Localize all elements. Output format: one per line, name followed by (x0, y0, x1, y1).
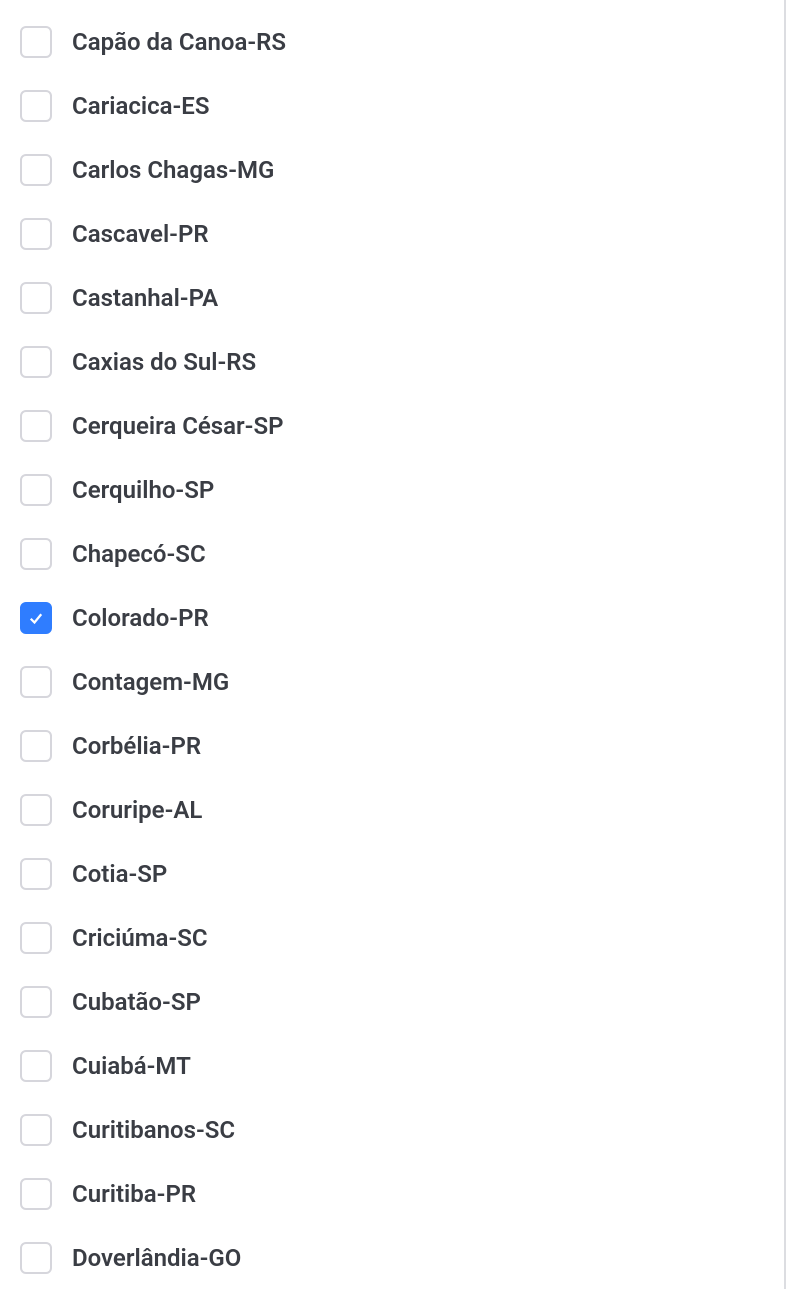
checkbox-label[interactable]: Capão da Canoa-RS (72, 28, 286, 56)
checkbox[interactable] (20, 1242, 52, 1274)
list-item[interactable]: Cerqueira César-SP (20, 394, 765, 458)
checkbox[interactable] (20, 282, 52, 314)
checkbox[interactable] (20, 986, 52, 1018)
list-item[interactable]: Curitibanos-SC (20, 1098, 765, 1162)
list-item[interactable]: Chapecó-SC (20, 522, 765, 586)
checkbox[interactable] (20, 90, 52, 122)
checkbox-label[interactable]: Cuiabá-MT (72, 1052, 191, 1080)
checkbox-label[interactable]: Cariacica-ES (72, 92, 209, 120)
list-item[interactable]: Corbélia-PR (20, 714, 765, 778)
checkbox[interactable] (20, 922, 52, 954)
list-item[interactable]: Carlos Chagas-MG (20, 138, 765, 202)
scroll-border (784, 0, 786, 1289)
checkbox-label[interactable]: Cascavel-PR (72, 220, 209, 248)
checkbox[interactable] (20, 666, 52, 698)
checkbox[interactable] (20, 218, 52, 250)
checkbox[interactable] (20, 858, 52, 890)
list-item[interactable]: Cariacica-ES (20, 74, 765, 138)
checkbox-label[interactable]: Doverlândia-GO (72, 1244, 241, 1272)
list-item[interactable]: Capão da Canoa-RS (20, 10, 765, 74)
checkbox-label[interactable]: Curitibanos-SC (72, 1116, 235, 1144)
list-item[interactable]: Doverlândia-GO (20, 1226, 765, 1290)
checkbox-label[interactable]: Colorado-PR (72, 604, 209, 632)
list-item[interactable]: Contagem-MG (20, 650, 765, 714)
checkbox-label[interactable]: Carlos Chagas-MG (72, 156, 274, 184)
checkbox-label[interactable]: Cerquilho-SP (72, 476, 214, 504)
checkbox[interactable] (20, 730, 52, 762)
checkbox-label[interactable]: Cubatão-SP (72, 988, 201, 1016)
checkbox-label[interactable]: Cotia-SP (72, 860, 167, 888)
checkbox-label[interactable]: Contagem-MG (72, 668, 229, 696)
list-item[interactable]: Curitiba-PR (20, 1162, 765, 1226)
checkbox[interactable] (20, 1114, 52, 1146)
checkbox[interactable] (20, 26, 52, 58)
checkbox-label[interactable]: Criciúma-SC (72, 924, 208, 952)
list-item[interactable]: Cerquilho-SP (20, 458, 765, 522)
checkbox[interactable] (20, 1178, 52, 1210)
checkbox[interactable] (20, 794, 52, 826)
checkbox-label[interactable]: Caxias do Sul-RS (72, 348, 256, 376)
list-item[interactable]: Cascavel-PR (20, 202, 765, 266)
checkbox-label[interactable]: Corbélia-PR (72, 732, 201, 760)
checkbox-label[interactable]: Curitiba-PR (72, 1180, 196, 1208)
list-item[interactable]: Coruripe-AL (20, 778, 765, 842)
list-item[interactable]: Castanhal-PA (20, 266, 765, 330)
list-item[interactable]: Cotia-SP (20, 842, 765, 906)
checkbox-label[interactable]: Castanhal-PA (72, 284, 218, 312)
list-item[interactable]: Caxias do Sul-RS (20, 330, 765, 394)
checkbox[interactable] (20, 1050, 52, 1082)
checkbox[interactable] (20, 538, 52, 570)
list-item[interactable]: Criciúma-SC (20, 906, 765, 970)
checkbox[interactable] (20, 346, 52, 378)
checkbox-label[interactable]: Chapecó-SC (72, 540, 206, 568)
check-icon (27, 609, 45, 627)
checkbox-label[interactable]: Cerqueira César-SP (72, 412, 284, 440)
checkbox[interactable] (20, 410, 52, 442)
checkbox[interactable] (20, 154, 52, 186)
list-item[interactable]: Cubatão-SP (20, 970, 765, 1034)
checkbox[interactable] (20, 474, 52, 506)
checkbox[interactable] (20, 602, 52, 634)
list-item[interactable]: Cuiabá-MT (20, 1034, 765, 1098)
checkbox-label[interactable]: Coruripe-AL (72, 796, 202, 824)
city-checkbox-list: Capão da Canoa-RS Cariacica-ES Carlos Chag… (0, 0, 785, 1300)
list-item[interactable]: Colorado-PR (20, 586, 765, 650)
